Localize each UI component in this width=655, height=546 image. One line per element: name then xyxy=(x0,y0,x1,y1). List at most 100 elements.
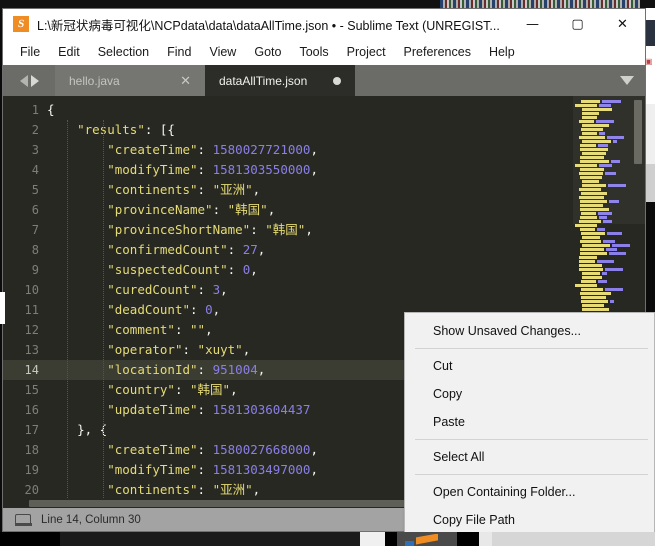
code-line[interactable]: "results": [{ xyxy=(47,120,573,140)
chevron-down-icon[interactable] xyxy=(620,76,634,85)
code-token: : xyxy=(197,162,213,177)
tab-close-icon[interactable]: ✕ xyxy=(180,74,191,87)
menu-item-file[interactable]: File xyxy=(11,42,49,62)
taskbar-sublime-item[interactable] xyxy=(397,532,457,546)
menu-item-help[interactable]: Help xyxy=(480,42,524,62)
code-token: , xyxy=(267,202,276,217)
code-token: , xyxy=(310,162,318,177)
code-token: : xyxy=(197,282,213,297)
line-number: 14 xyxy=(3,360,47,380)
minimap-bar xyxy=(605,288,623,291)
maximize-button[interactable]: ▢ xyxy=(555,9,600,39)
minimap-bar xyxy=(582,276,602,279)
context-menu-item[interactable]: Select All xyxy=(405,443,654,471)
code-line[interactable]: "provinceShortName": "韩国", xyxy=(47,220,573,240)
line-number: 19 xyxy=(24,463,39,477)
menu-item-tools[interactable]: Tools xyxy=(290,42,337,62)
tab-hello-java[interactable]: hello.java ✕ xyxy=(55,65,205,96)
code-token: "suspectedCount" xyxy=(107,262,228,277)
code-token: : xyxy=(197,482,213,497)
code-token: , xyxy=(242,342,251,357)
minimap-bar xyxy=(581,300,608,303)
sublime-app-icon: S xyxy=(13,16,29,32)
context-menu-item[interactable]: Copy File Path xyxy=(405,506,654,534)
minimap-bar xyxy=(598,280,607,283)
minimap-bar xyxy=(580,252,607,255)
code-token: "xuyt" xyxy=(197,342,243,357)
code-token: : [{ xyxy=(144,122,175,137)
context-menu-item[interactable]: Copy xyxy=(405,380,654,408)
code-token: : xyxy=(197,182,213,197)
tab-unsaved-dot-icon[interactable] xyxy=(333,76,341,85)
tab-label: dataAllTime.json xyxy=(219,73,308,88)
code-line[interactable]: "continents": "亚洲", xyxy=(47,180,573,200)
code-line[interactable]: "confirmedCount": 27, xyxy=(47,240,573,260)
sublime-taskbar-icon xyxy=(416,533,438,545)
minimap-bar xyxy=(575,224,597,227)
minimap-bar xyxy=(579,264,602,267)
context-menu-item[interactable]: Show Unsaved Changes... xyxy=(405,317,654,345)
line-number: 12 xyxy=(24,323,39,337)
code-token: "updateTime" xyxy=(107,402,198,417)
tab-overflow-dropdown[interactable] xyxy=(609,65,645,96)
tab-dataalltime-json[interactable]: dataAllTime.json xyxy=(205,65,355,96)
code-token: 951004 xyxy=(212,362,258,377)
line-number: 8 xyxy=(31,243,39,257)
menu-item-project[interactable]: Project xyxy=(338,42,395,62)
context-menu-item[interactable]: Open Containing Folder... xyxy=(405,478,654,506)
code-token: "locationId" xyxy=(107,362,198,377)
minimap-bar xyxy=(605,268,623,271)
tab-bar: hello.java ✕ dataAllTime.json xyxy=(3,65,645,96)
minimap-bar xyxy=(580,228,595,231)
tab-next-arrow-icon[interactable] xyxy=(30,74,39,87)
code-token: , xyxy=(310,462,318,477)
taskbar-segment-main xyxy=(60,532,360,546)
minimap-bar xyxy=(580,240,601,243)
menu-item-find[interactable]: Find xyxy=(158,42,200,62)
code-token: , xyxy=(310,442,318,457)
code-line[interactable]: "createTime": 1580027721000, xyxy=(47,140,573,160)
menu-item-goto[interactable]: Goto xyxy=(245,42,290,62)
menu-item-edit[interactable]: Edit xyxy=(49,42,89,62)
code-token: "createTime" xyxy=(107,442,198,457)
close-button[interactable]: ✕ xyxy=(600,9,645,39)
layout-icon[interactable] xyxy=(14,513,32,526)
minimap-bar xyxy=(582,304,604,307)
menu-item-view[interactable]: View xyxy=(200,42,245,62)
menu-bar: File Edit Selection Find View Goto Tools… xyxy=(3,39,645,65)
code-token: "comment" xyxy=(107,322,175,337)
minimap-bar xyxy=(581,296,606,299)
menu-item-selection[interactable]: Selection xyxy=(89,42,158,62)
taskbar-item-blank-1[interactable] xyxy=(360,532,385,546)
minimap-bar xyxy=(610,300,614,303)
code-token: "createTime" xyxy=(107,142,198,157)
context-menu-item[interactable]: Cut xyxy=(405,352,654,380)
code-line[interactable]: "curedCount": 3, xyxy=(47,280,573,300)
code-token: 1580027668000 xyxy=(212,442,311,457)
line-number: 11 xyxy=(24,303,39,317)
code-token: "provinceName" xyxy=(107,202,213,217)
vertical-scrollbar-thumb[interactable] xyxy=(634,100,642,164)
context-menu-item[interactable]: Paste xyxy=(405,408,654,436)
tab-navigation-arrows[interactable] xyxy=(3,65,55,96)
code-line[interactable]: "suspectedCount": 0, xyxy=(47,260,573,280)
minimap-bar xyxy=(580,248,604,251)
minimize-button[interactable]: — xyxy=(510,9,555,39)
menu-item-preferences[interactable]: Preferences xyxy=(395,42,480,62)
tab-prev-arrow-icon[interactable] xyxy=(19,74,28,87)
code-token: "韩国" xyxy=(190,382,231,397)
code-line[interactable]: { xyxy=(47,100,573,120)
code-line[interactable]: "provinceName": "韩国", xyxy=(47,200,573,220)
taskbar-segment-end xyxy=(457,532,479,546)
code-line[interactable]: "modifyTime": 1581303550000, xyxy=(47,160,573,180)
taskbar-item-blank-2[interactable] xyxy=(479,532,492,546)
code-token: : xyxy=(197,362,213,377)
